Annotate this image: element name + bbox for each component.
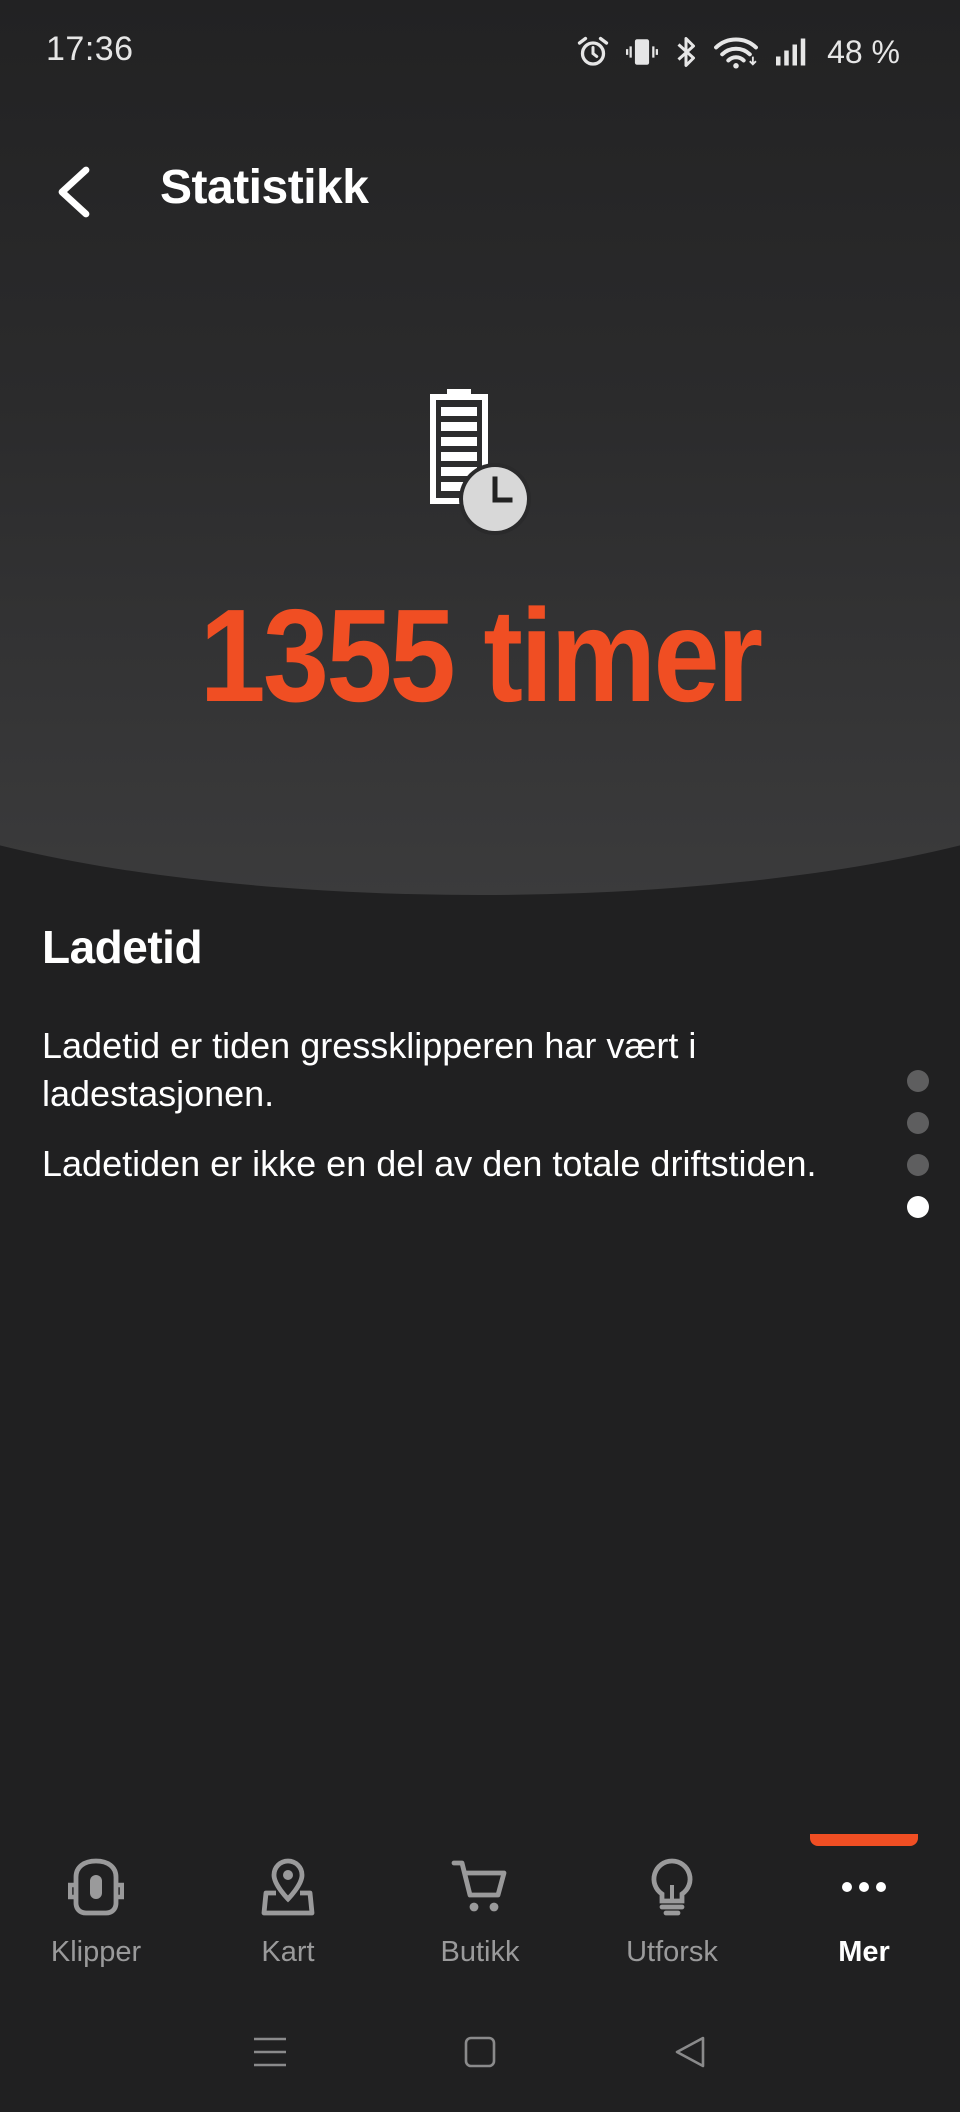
cart-icon — [445, 1852, 515, 1922]
active-tab-indicator — [810, 1834, 918, 1846]
home-button[interactable] — [450, 2022, 510, 2082]
description-paragraph-1: Ladetid er tiden gressklipperen har vært… — [42, 1025, 697, 1114]
status-time: 17:36 — [46, 30, 134, 68]
lightbulb-icon — [637, 1852, 707, 1922]
nav-label-utforsk: Utforsk — [626, 1936, 718, 1968]
mower-icon — [61, 1852, 131, 1922]
battery-clock-icon — [360, 344, 600, 584]
page-title: Statistikk — [160, 161, 369, 214]
triangle-back-icon — [675, 2036, 705, 2068]
page-dot-4-active[interactable] — [907, 1196, 929, 1218]
nav-label-butikk: Butikk — [440, 1936, 520, 1968]
nav-item-klipper[interactable]: Klipper — [0, 1822, 192, 1992]
status-icons: 48 % — [575, 30, 900, 74]
nav-item-utforsk[interactable]: Utforsk — [576, 1822, 768, 1992]
nav-item-butikk[interactable]: Butikk — [384, 1822, 576, 1992]
page-indicator — [906, 1070, 930, 1218]
chevron-left-icon — [58, 166, 90, 218]
page-dot-3[interactable] — [907, 1154, 929, 1176]
nav-item-kart[interactable]: Kart — [192, 1822, 384, 1992]
page-dot-1[interactable] — [907, 1070, 929, 1092]
section-title: Ladetid — [42, 921, 203, 973]
signal-icon — [773, 34, 809, 70]
description-paragraph-2: Ladetiden er ikke en del av den totale d… — [42, 1143, 817, 1184]
nav-label-klipper: Klipper — [50, 1936, 142, 1968]
app-bar: Statistikk — [0, 140, 960, 240]
nav-label-kart: Kart — [261, 1936, 315, 1968]
back-button[interactable] — [40, 158, 108, 226]
wifi-icon — [713, 34, 759, 70]
screen: 17:36 48 % Statistikk 1355 timer Ladetid… — [0, 0, 960, 2112]
nav-label-mer: Mer — [838, 1936, 890, 1968]
square-icon — [464, 2036, 496, 2068]
stat-value: 1355 timer — [199, 582, 763, 729]
map-pin-icon — [253, 1852, 323, 1922]
nav-item-mer[interactable]: Mer — [768, 1822, 960, 1992]
menu-lines-icon — [254, 2037, 286, 2067]
bluetooth-icon — [673, 34, 699, 70]
page-dot-2[interactable] — [907, 1112, 929, 1134]
recent-apps-button[interactable] — [240, 2022, 300, 2082]
system-nav-bar — [0, 1992, 960, 2112]
vibrate-icon — [625, 34, 659, 70]
alarm-icon — [575, 34, 611, 70]
status-bar: 17:36 48 % — [0, 0, 960, 104]
bottom-nav: Klipper Kart Butikk Utforsk Mer — [0, 1822, 960, 1992]
battery-percentage: 48 % — [827, 33, 900, 70]
more-dots-icon — [829, 1852, 899, 1922]
system-back-button[interactable] — [660, 2022, 720, 2082]
